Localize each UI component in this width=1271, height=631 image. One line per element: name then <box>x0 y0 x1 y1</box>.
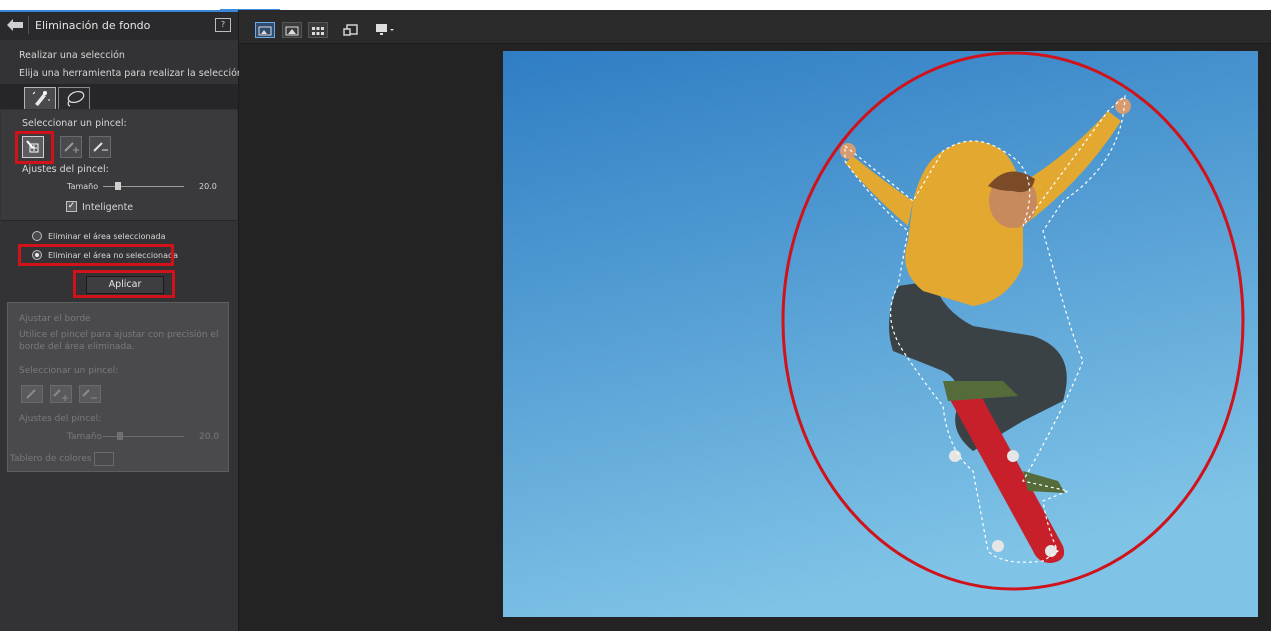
lasso-icon <box>67 90 85 107</box>
help-icon[interactable]: ? <box>215 18 231 32</box>
remove-selected-radio[interactable] <box>32 231 42 241</box>
preview-image[interactable] <box>503 51 1258 617</box>
size-label: Tamaño <box>67 182 99 191</box>
size-value: 20.0 <box>199 182 217 191</box>
tab-lasso[interactable] <box>58 87 90 109</box>
selection-heading: Realizar una selección <box>19 50 125 61</box>
color-board-label: Tablero de colores <box>10 454 92 464</box>
swap-view-button[interactable] <box>342 22 362 38</box>
brush-minus-button[interactable] <box>89 136 111 158</box>
magic-brush-icon <box>32 91 50 106</box>
edge-brush-plus-icon <box>53 389 68 401</box>
brush-plus-icon <box>64 142 79 153</box>
swap-view-icon <box>343 24 358 36</box>
edge-brush-button <box>21 385 43 403</box>
tab-magic-brush[interactable] <box>24 87 56 109</box>
header-divider <box>28 16 29 34</box>
sky-background <box>503 51 1258 617</box>
view-result-button[interactable] <box>282 22 302 38</box>
edge-size-slider-handle <box>117 432 123 440</box>
panel-title: Eliminación de fondo <box>35 19 151 32</box>
monitor-dropdown-icon <box>376 24 394 35</box>
smart-label: Inteligente <box>82 202 134 213</box>
highlight-add-brush <box>15 131 54 164</box>
edge-size-label: Tamaño <box>67 432 103 442</box>
display-menu-button[interactable] <box>374 22 398 38</box>
highlight-remove-unselected <box>18 244 174 266</box>
grid-icon <box>312 27 324 35</box>
color-board-checkbox <box>94 452 114 466</box>
edge-brush-plus-button <box>50 385 72 403</box>
edge-description-1: Utilice el pincel para ajustar con preci… <box>19 330 219 340</box>
view-grid-button[interactable] <box>308 22 328 38</box>
panel-header: Eliminación de fondo ? <box>0 10 238 40</box>
brush-minus-icon <box>93 142 108 152</box>
selection-instruction: Elija una herramienta para realizar la s… <box>19 68 247 79</box>
edge-heading: Ajustar el borde <box>19 314 91 324</box>
smart-checkbox[interactable]: ✓ <box>66 201 77 212</box>
brush-label: Seleccionar un pincel: <box>22 118 127 129</box>
brush-plus-button[interactable] <box>60 136 82 158</box>
view-original-button[interactable] <box>255 22 275 38</box>
edge-brush-label: Seleccionar un pincel: <box>19 366 119 376</box>
image-icon <box>285 26 299 36</box>
back-arrow-icon[interactable] <box>6 18 24 32</box>
size-slider-handle[interactable] <box>115 182 121 190</box>
edge-brush-minus-button <box>79 385 101 403</box>
edge-description-2: borde del área eliminada. <box>19 342 135 352</box>
edge-size-value: 20.0 <box>199 432 220 442</box>
edge-brush-minus-icon <box>82 389 97 399</box>
edge-size-slider <box>103 436 184 437</box>
edge-brush-icon <box>26 389 36 399</box>
highlight-apply <box>73 270 175 298</box>
remove-selected-label: Eliminar el área seleccionada <box>48 232 166 241</box>
edge-brush-settings-label: Ajustes del pincel: <box>19 414 102 424</box>
image-compare-icon <box>258 26 272 36</box>
brush-settings-label: Ajustes del pincel: <box>22 164 109 175</box>
window-top-strip <box>0 0 1271 10</box>
